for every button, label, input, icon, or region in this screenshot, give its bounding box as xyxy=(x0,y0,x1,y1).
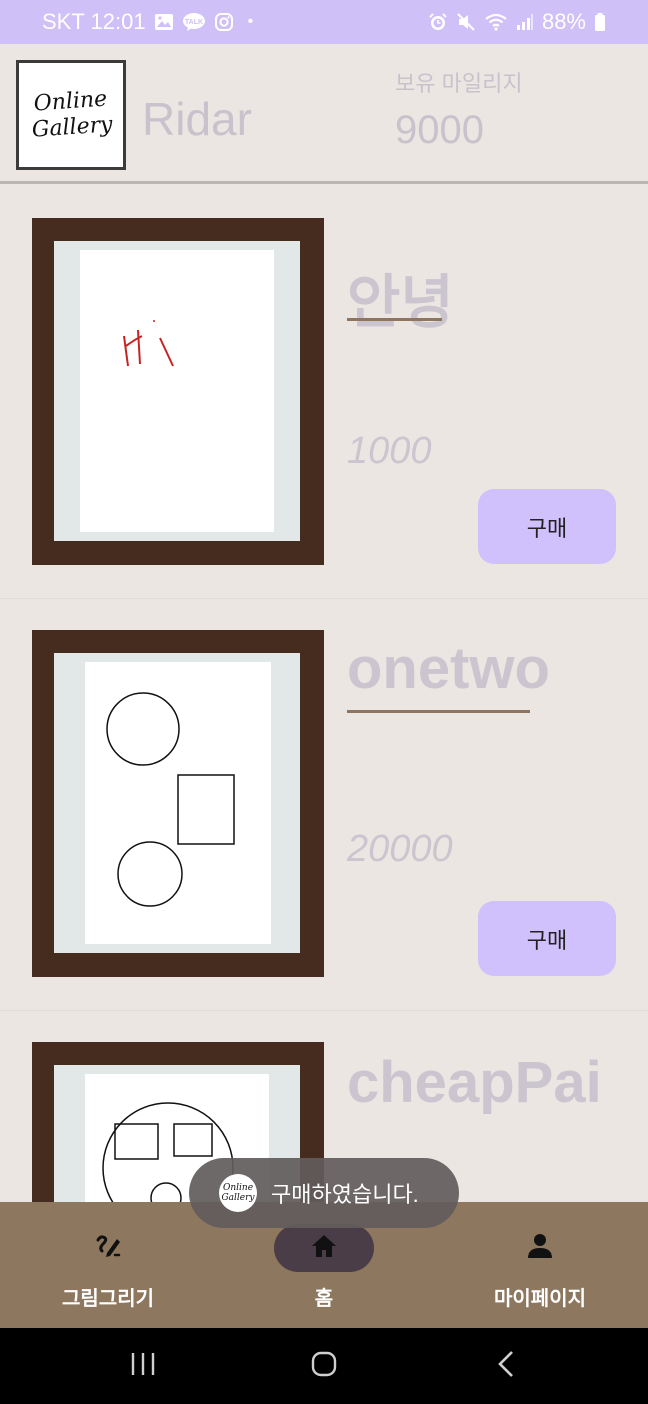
toast-app-logo: Online Gallery xyxy=(219,1174,257,1212)
circles-square-drawing xyxy=(106,692,235,907)
logo-text: Online Gallery xyxy=(29,86,113,144)
artwork-price: 1000 xyxy=(347,430,432,472)
artwork-frame[interactable] xyxy=(32,218,324,565)
back-icon xyxy=(496,1350,516,1383)
artwork-title: cheapPai xyxy=(347,1050,602,1115)
system-nav-bar xyxy=(0,1328,648,1404)
nav-draw[interactable]: 그림그리기 xyxy=(0,1202,216,1328)
nav-icon-wrap xyxy=(490,1224,590,1272)
status-bar: SKT 12:01 TALK • 88% xyxy=(0,0,648,44)
buy-button[interactable]: 구매 xyxy=(478,489,616,564)
home-system-icon xyxy=(310,1350,338,1383)
artwork-canvas xyxy=(80,250,274,532)
artwork-mat xyxy=(54,241,300,541)
nav-label-mypage: 마이페이지 xyxy=(494,1288,586,1310)
artwork-price: 20000 xyxy=(347,828,453,870)
battery-icon xyxy=(594,12,606,32)
artwork-canvas xyxy=(85,662,271,944)
nav-label-home: 홈 xyxy=(314,1288,334,1310)
nav-icon-wrap xyxy=(58,1224,158,1272)
mileage-label: 보유 마일리지 xyxy=(395,71,523,96)
status-right: 88% xyxy=(428,9,606,35)
artwork-item: 안녕 1000 구매 xyxy=(0,187,648,599)
title-underline xyxy=(347,710,530,713)
artwork-feed[interactable]: 안녕 1000 구매 onetwo 20000 구매 cheapPai xyxy=(0,187,648,1202)
home-system-button[interactable] xyxy=(294,1346,354,1386)
home-icon xyxy=(309,1231,339,1266)
back-button[interactable] xyxy=(476,1346,536,1386)
wifi-icon xyxy=(484,12,508,32)
gallery-icon xyxy=(154,13,174,31)
toast: Online Gallery 구매하였습니다. xyxy=(189,1158,459,1228)
artwork-title: onetwo xyxy=(347,636,550,701)
draw-icon xyxy=(93,1231,123,1266)
toast-logo-line-1: Online xyxy=(222,1183,254,1193)
svg-text:TALK: TALK xyxy=(184,19,202,26)
artwork-mat xyxy=(54,653,300,953)
alarm-icon xyxy=(428,12,448,32)
nav-mypage[interactable]: 마이페이지 xyxy=(432,1202,648,1328)
mileage-value: 9000 xyxy=(395,108,484,152)
app-header: Online Gallery Ridar 보유 마일리지 9000 xyxy=(0,44,648,184)
signal-icon xyxy=(516,13,534,31)
app-logo[interactable]: Online Gallery xyxy=(16,60,126,170)
nav-active-indicator xyxy=(274,1224,374,1272)
logo-line-2: Gallery xyxy=(30,112,114,143)
buy-button[interactable]: 구매 xyxy=(478,901,616,976)
recent-apps-icon xyxy=(129,1351,157,1382)
recent-apps-button[interactable] xyxy=(113,1346,173,1386)
carrier-time: SKT 12:01 xyxy=(42,9,146,34)
mute-icon xyxy=(456,12,476,32)
hi-drawing xyxy=(123,320,174,367)
artwork-item: onetwo 20000 구매 xyxy=(0,599,648,1011)
title-underline xyxy=(347,318,442,321)
status-left: SKT 12:01 TALK • xyxy=(42,9,253,35)
username: Ridar xyxy=(142,93,252,145)
talk-icon: TALK xyxy=(182,12,206,32)
instagram-icon xyxy=(214,12,234,32)
person-icon xyxy=(525,1231,555,1266)
notification-dot: • xyxy=(247,13,254,30)
toast-message: 구매하였습니다. xyxy=(271,1182,419,1207)
artwork-frame[interactable] xyxy=(32,630,324,977)
nav-label-draw: 그림그리기 xyxy=(62,1288,154,1310)
artwork-title: 안녕 xyxy=(347,270,454,335)
battery-percent: 88% xyxy=(541,9,586,34)
toast-logo-line-2: Gallery xyxy=(221,1193,255,1203)
